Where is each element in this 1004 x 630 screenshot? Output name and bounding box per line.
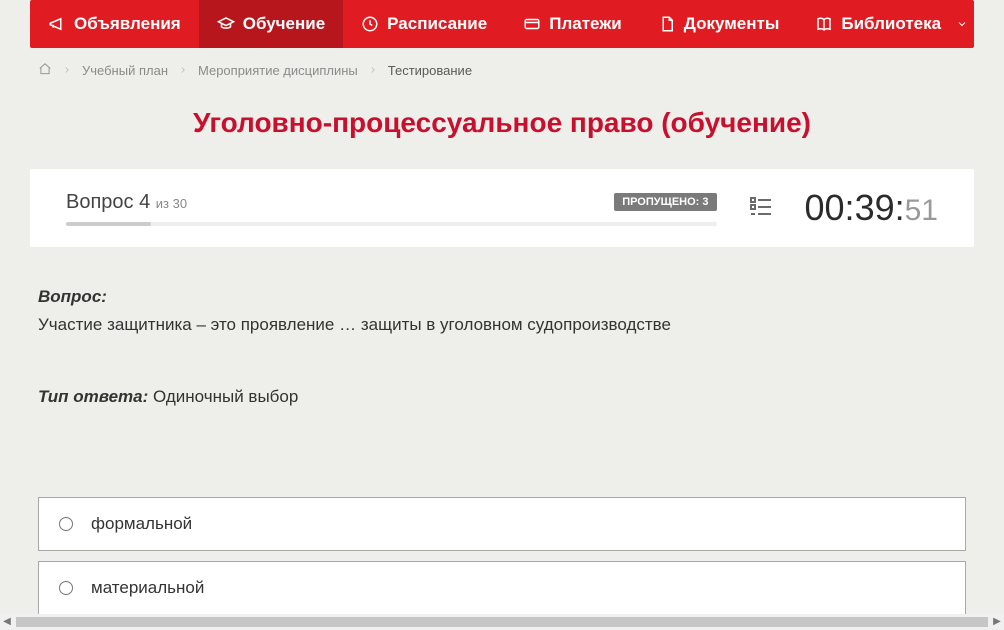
breadcrumb-link[interactable]: Учебный план [82, 63, 168, 78]
chevron-right-icon [368, 63, 378, 78]
question-header-card: Вопрос 4 из 30 ПРОПУЩЕНО: 3 00 [30, 169, 974, 247]
answer-type-row: Тип ответа: Одиночный выбор [38, 387, 966, 407]
skipped-badge: ПРОПУЩЕНО: 3 [614, 193, 716, 211]
timer-centiseconds: 51 [905, 194, 938, 228]
clock-icon [361, 15, 379, 33]
answer-option[interactable]: материальной [38, 561, 966, 614]
main-nav: Объявления Обучение Расписание Платежи Д… [30, 0, 974, 48]
breadcrumb-current: Тестирование [388, 63, 472, 78]
scrollbar-track[interactable] [16, 617, 988, 627]
answer-option[interactable]: формальной [38, 497, 966, 551]
progress-fill [66, 222, 151, 226]
question-text: Участие защитника – это проявление … защ… [38, 313, 966, 337]
credit-card-icon [523, 15, 541, 33]
question-number-value: 4 [139, 191, 150, 213]
nav-label: Расписание [387, 14, 487, 34]
nav-library[interactable]: Библиотека [797, 0, 989, 48]
nav-payments[interactable]: Платежи [505, 0, 640, 48]
timer-seconds: 39 [855, 187, 895, 229]
answer-radio[interactable] [59, 581, 73, 595]
question-total: 30 [173, 196, 187, 211]
scroll-left-arrow[interactable]: ◀ [0, 615, 14, 629]
nav-label: Платежи [549, 14, 622, 34]
main-scroll-area[interactable]: Объявления Обучение Расписание Платежи Д… [0, 0, 1004, 614]
progress-bar [66, 222, 717, 226]
document-icon [658, 15, 676, 33]
scrollbar-thumb[interactable] [16, 617, 988, 627]
breadcrumb-home[interactable] [38, 62, 52, 79]
timer-minutes: 00 [805, 187, 845, 229]
answer-option-text: формальной [91, 514, 192, 534]
answer-type-label: Тип ответа: [38, 387, 148, 406]
question-of-word: из [156, 196, 169, 211]
nav-documents[interactable]: Документы [640, 0, 798, 48]
timer: 00:39:51 [805, 187, 939, 229]
question-label: Вопрос: [38, 287, 966, 307]
nav-schedule[interactable]: Расписание [343, 0, 505, 48]
chevron-right-icon [62, 63, 72, 78]
nav-label: Библиотека [841, 14, 941, 34]
page-title: Уголовно-процессуальное право (обучение) [30, 107, 974, 139]
answer-options: формальной материальной как формальной, … [38, 497, 966, 614]
chevron-down-icon [953, 15, 971, 33]
answer-radio[interactable] [59, 517, 73, 531]
nav-label: Обучение [243, 14, 325, 34]
answer-option-text: материальной [91, 578, 204, 598]
scroll-right-arrow[interactable]: ▶ [990, 615, 1004, 629]
book-icon [815, 15, 833, 33]
question-number: Вопрос 4 из 30 [66, 191, 187, 214]
chevron-right-icon [178, 63, 188, 78]
graduation-cap-icon [217, 15, 235, 33]
breadcrumb-link[interactable]: Мероприятие дисциплины [198, 63, 358, 78]
question-body: Вопрос: Участие защитника – это проявлен… [30, 247, 974, 437]
nav-announcements[interactable]: Объявления [30, 0, 199, 48]
question-word: Вопрос [66, 191, 134, 213]
horizontal-scrollbar[interactable]: ◀ ▶ [0, 614, 1004, 630]
answer-type-value: Одиночный выбор [153, 387, 298, 406]
nav-label: Документы [684, 14, 780, 34]
megaphone-icon [48, 15, 66, 33]
nav-education[interactable]: Обучение [199, 0, 343, 48]
nav-label: Объявления [74, 14, 181, 34]
question-progress: Вопрос 4 из 30 ПРОПУЩЕНО: 3 [66, 191, 717, 226]
breadcrumb: Учебный план Мероприятие дисциплины Тест… [30, 48, 974, 89]
question-list-button[interactable] [747, 194, 775, 223]
